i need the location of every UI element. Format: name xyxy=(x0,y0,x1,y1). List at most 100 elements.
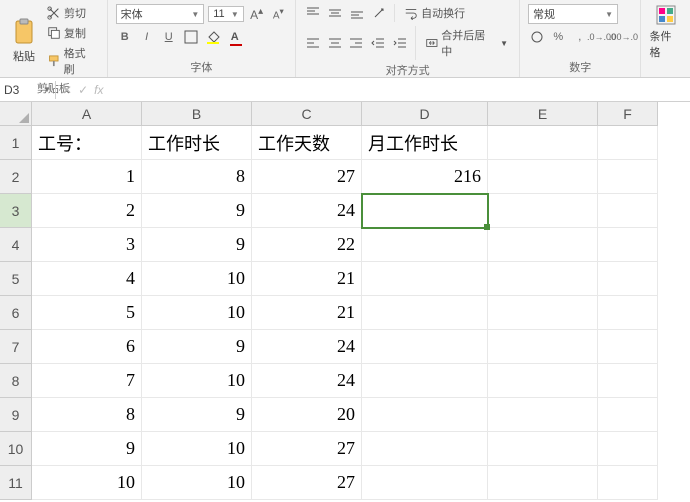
col-header-A[interactable]: A xyxy=(32,102,142,126)
name-box[interactable]: D3 ▼ xyxy=(0,81,56,99)
cell[interactable]: 9 xyxy=(142,398,252,432)
cell[interactable]: 10 xyxy=(142,432,252,466)
cell[interactable] xyxy=(488,330,598,364)
cell[interactable]: 7 xyxy=(32,364,142,398)
cell[interactable] xyxy=(598,262,658,296)
row-header[interactable]: 5 xyxy=(0,262,32,296)
cell[interactable] xyxy=(362,296,488,330)
cell[interactable]: 27 xyxy=(252,160,362,194)
cell[interactable]: 5 xyxy=(32,296,142,330)
font-name-select[interactable]: 宋体▼ xyxy=(116,4,205,24)
select-all-corner[interactable] xyxy=(0,102,32,126)
cell[interactable] xyxy=(598,398,658,432)
cell[interactable]: 20 xyxy=(252,398,362,432)
cell[interactable] xyxy=(488,398,598,432)
font-size-select[interactable]: 11▼ xyxy=(208,6,244,22)
cell[interactable]: 24 xyxy=(252,330,362,364)
fill-color-button[interactable] xyxy=(204,28,222,46)
cell[interactable]: 8 xyxy=(142,160,252,194)
row-header[interactable]: 4 xyxy=(0,228,32,262)
cell[interactable]: 9 xyxy=(32,432,142,466)
orientation-button[interactable] xyxy=(370,4,388,22)
cell[interactable]: 4 xyxy=(32,262,142,296)
decrease-indent-button[interactable] xyxy=(369,34,387,52)
cell[interactable]: 21 xyxy=(252,262,362,296)
paste-button[interactable]: 粘贴 xyxy=(8,14,40,68)
cell[interactable] xyxy=(488,296,598,330)
cell[interactable]: 21 xyxy=(252,296,362,330)
align-left-button[interactable] xyxy=(304,34,322,52)
border-button[interactable] xyxy=(182,28,200,46)
row-header[interactable]: 9 xyxy=(0,398,32,432)
cell[interactable] xyxy=(488,126,598,160)
cell[interactable]: 27 xyxy=(252,432,362,466)
format-painter-button[interactable]: 格式刷 xyxy=(44,44,99,78)
fx-button[interactable]: fx xyxy=(94,83,103,97)
cell[interactable] xyxy=(488,262,598,296)
cell[interactable] xyxy=(488,364,598,398)
cell[interactable] xyxy=(362,330,488,364)
cell[interactable] xyxy=(598,364,658,398)
percent-button[interactable]: % xyxy=(550,28,567,46)
cell[interactable]: 3 xyxy=(32,228,142,262)
wrap-text-button[interactable]: 自动换行 xyxy=(401,4,468,22)
cell[interactable] xyxy=(598,160,658,194)
font-color-button[interactable]: A xyxy=(226,28,244,46)
underline-button[interactable]: U xyxy=(160,28,178,46)
cell[interactable] xyxy=(598,466,658,500)
cell[interactable]: 10 xyxy=(142,466,252,500)
merge-center-button[interactable]: 合并后居中▼ xyxy=(422,26,511,60)
cell[interactable] xyxy=(488,194,598,228)
cell[interactable] xyxy=(362,364,488,398)
row-header[interactable]: 3 xyxy=(0,194,32,228)
cell[interactable]: 10 xyxy=(32,466,142,500)
decrease-decimal-button[interactable]: .00→.0 xyxy=(614,28,632,46)
formula-input[interactable] xyxy=(109,88,690,92)
cell[interactable]: 8 xyxy=(32,398,142,432)
cell[interactable] xyxy=(598,228,658,262)
row-header[interactable]: 8 xyxy=(0,364,32,398)
align-center-button[interactable] xyxy=(326,34,344,52)
cell[interactable]: 工号： xyxy=(32,126,142,160)
cell[interactable] xyxy=(488,466,598,500)
cell[interactable]: 9 xyxy=(142,228,252,262)
col-header-B[interactable]: B xyxy=(142,102,252,126)
cut-button[interactable]: 剪切 xyxy=(44,4,99,22)
col-header-C[interactable]: C xyxy=(252,102,362,126)
cell[interactable]: 24 xyxy=(252,364,362,398)
cancel-formula-button[interactable]: ✕ xyxy=(62,83,72,97)
cell[interactable] xyxy=(362,466,488,500)
cell[interactable] xyxy=(598,126,658,160)
cell[interactable] xyxy=(598,194,658,228)
italic-button[interactable]: I xyxy=(138,28,156,46)
increase-font-button[interactable]: A▴ xyxy=(248,5,266,23)
decrease-font-button[interactable]: A▾ xyxy=(269,5,287,23)
cell[interactable]: 10 xyxy=(142,296,252,330)
increase-decimal-button[interactable]: .0→.00 xyxy=(592,28,610,46)
confirm-formula-button[interactable]: ✓ xyxy=(78,83,88,97)
row-header[interactable]: 7 xyxy=(0,330,32,364)
align-bottom-button[interactable] xyxy=(348,4,366,22)
cell[interactable] xyxy=(362,228,488,262)
copy-button[interactable]: 复制 xyxy=(44,24,99,42)
row-header[interactable]: 11 xyxy=(0,466,32,500)
cell[interactable]: 27 xyxy=(252,466,362,500)
bold-button[interactable]: B xyxy=(116,28,134,46)
cell[interactable] xyxy=(362,398,488,432)
cell[interactable]: 1 xyxy=(32,160,142,194)
align-middle-button[interactable] xyxy=(326,4,344,22)
align-right-button[interactable] xyxy=(348,34,366,52)
cell[interactable]: 10 xyxy=(142,364,252,398)
cell[interactable]: 9 xyxy=(142,194,252,228)
comma-button[interactable]: , xyxy=(571,28,588,46)
cell[interactable] xyxy=(488,432,598,466)
row-header[interactable]: 6 xyxy=(0,296,32,330)
cell-selected[interactable] xyxy=(362,194,488,228)
cell[interactable]: 月工作时长 xyxy=(362,126,488,160)
cell[interactable]: 10 xyxy=(142,262,252,296)
cell[interactable]: 2 xyxy=(32,194,142,228)
cell[interactable]: 216 xyxy=(362,160,488,194)
align-top-button[interactable] xyxy=(304,4,322,22)
currency-button[interactable] xyxy=(528,28,545,46)
cell[interactable] xyxy=(362,262,488,296)
